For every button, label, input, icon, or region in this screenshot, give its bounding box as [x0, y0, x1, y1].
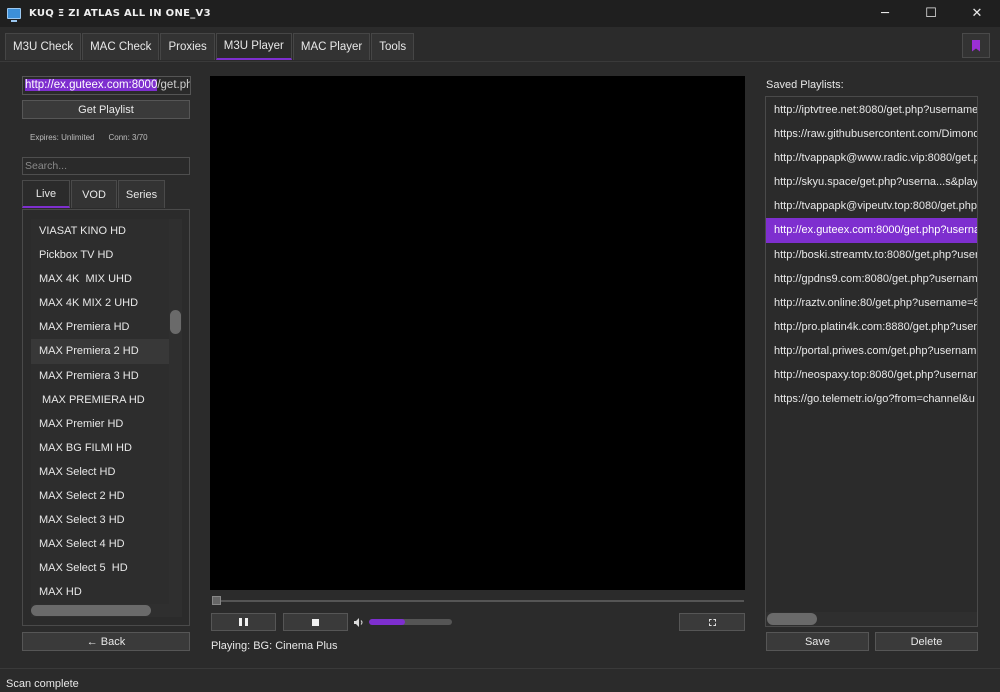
bookmark-button[interactable] [962, 33, 990, 58]
channel-item[interactable]: MAX Select 4 HD [31, 532, 169, 556]
channel-item[interactable]: MAX PREMIERA HD [31, 388, 169, 412]
monitor-icon [7, 8, 21, 22]
save-button[interactable]: Save [766, 632, 869, 651]
back-button[interactable]: ← Back [22, 632, 190, 651]
saved-playlist-item[interactable]: http://ex.guteex.com:8000/get.php?userna [766, 218, 977, 243]
channel-item[interactable]: MAX Select 3 HD [31, 508, 169, 532]
saved-playlist-item[interactable]: http://tvappapk@www.radic.vip:8080/get.p [766, 146, 977, 170]
url-rest-text: /get.php [157, 79, 190, 91]
channel-horizontal-scroll-thumb[interactable] [31, 605, 151, 616]
stop-icon [312, 618, 319, 626]
now-playing-label: Playing: BG: Cinema Plus [211, 640, 338, 652]
channel-item[interactable]: MAX Select 2 HD [31, 484, 169, 508]
saved-playlist-item[interactable]: http://pro.platin4k.com:8880/get.php?use… [766, 315, 977, 339]
volume-fill [369, 619, 405, 625]
main-tab-bar: M3U Check MAC Check Proxies M3U Player MAC P… [0, 27, 1000, 62]
seek-handle[interactable] [212, 596, 221, 605]
get-playlist-button[interactable]: Get Playlist [22, 100, 190, 119]
delete-button[interactable]: Delete [875, 632, 978, 651]
channel-item[interactable]: MAX 4K MIX 2 UHD [31, 291, 169, 315]
pause-icon [239, 618, 248, 626]
video-display[interactable] [210, 76, 745, 590]
channel-item[interactable]: MAX Premier HD [31, 412, 169, 436]
subtab-live[interactable]: Live [22, 180, 70, 208]
stop-button[interactable] [283, 613, 348, 631]
fullscreen-button[interactable] [679, 613, 745, 631]
account-info: Expires: Unlimited Conn: 3/70 [30, 133, 148, 142]
fullscreen-icon [708, 618, 716, 626]
channel-vertical-scroll-thumb[interactable] [170, 310, 181, 334]
channel-item[interactable]: VIASAT KINO HD [31, 219, 169, 243]
volume-slider[interactable] [369, 619, 452, 625]
channel-item[interactable]: Pickbox TV HD [31, 243, 169, 267]
saved-playlist-item[interactable]: http://boski.streamtv.to:8080/get.php?us… [766, 243, 977, 267]
status-bar: Scan complete [0, 668, 1000, 692]
saved-playlist-item[interactable]: http://neospaxy.top:8080/get.php?usernar [766, 363, 977, 387]
saved-horizontal-scroll-thumb[interactable] [767, 613, 817, 625]
speaker-icon [354, 618, 363, 627]
saved-horizontal-scrollbar[interactable] [766, 612, 977, 626]
channel-horizontal-scrollbar[interactable] [31, 604, 182, 617]
tab-proxies[interactable]: Proxies [160, 33, 215, 60]
saved-playlist-item[interactable]: http://portal.priwes.com/get.php?usernam [766, 339, 977, 363]
saved-playlists-list[interactable]: http://iptvtree.net:8080/get.php?usernam… [766, 98, 977, 411]
tab-tools[interactable]: Tools [371, 33, 415, 60]
playlist-url-input[interactable]: http://ex.guteex.com:8000/get.php [22, 76, 191, 95]
channel-vertical-scrollbar[interactable] [169, 219, 182, 604]
saved-playlist-item[interactable]: http://gpdns9.com:8080/get.php?usernam [766, 267, 977, 291]
saved-playlist-item[interactable]: http://iptvtree.net:8080/get.php?usernam… [766, 98, 977, 122]
connections-label: Conn: 3/70 [108, 133, 148, 142]
saved-playlist-item[interactable]: http://tvappapk@vipeutv.top:8080/get.php [766, 194, 977, 218]
tab-mac-player[interactable]: MAC Player [292, 33, 371, 60]
status-text: Scan complete [6, 678, 79, 690]
bookmark-icon [972, 39, 980, 52]
subtab-vod[interactable]: VOD [71, 180, 117, 208]
title-bar: KUQ Ξ ZI ATLAS ALL IN ONE_V3 ─ ☐ ✕ [0, 0, 1000, 27]
saved-playlists-heading: Saved Playlists: [766, 79, 844, 91]
channel-item[interactable]: MAX Premiera HD [31, 315, 169, 339]
saved-playlist-item[interactable]: http://raztv.online:80/get.php?username=… [766, 291, 977, 315]
tab-m3u-player[interactable]: M3U Player [215, 33, 292, 60]
tab-mac-check[interactable]: MAC Check [82, 33, 160, 60]
saved-playlist-item[interactable]: https://raw.githubusercontent.com/Dimond [766, 122, 977, 146]
seek-bar[interactable] [212, 600, 744, 602]
channel-search-input[interactable]: Search... [22, 157, 190, 175]
pause-button[interactable] [211, 613, 276, 631]
channel-list[interactable]: VIASAT KINO HD Pickbox TV HD MAX 4K MIX UH… [31, 219, 169, 604]
content-type-tabs: Live VOD Series [22, 180, 166, 208]
saved-playlist-item[interactable]: https://go.telemetr.io/go?from=channel&u [766, 387, 977, 411]
channel-item[interactable]: MAX BG FILMI HD [31, 436, 169, 460]
channel-item[interactable]: MAX HD [31, 580, 169, 604]
main-tabs: M3U Check MAC Check Proxies M3U Player MAC P… [5, 33, 415, 60]
saved-playlist-item[interactable]: http://skyu.space/get.php?userna...s&pla… [766, 170, 977, 194]
tab-m3u-check[interactable]: M3U Check [5, 33, 82, 60]
maximize-button[interactable]: ☐ [908, 0, 954, 27]
minimize-button[interactable]: ─ [862, 0, 908, 27]
saved-playlists-panel: http://iptvtree.net:8080/get.php?usernam… [765, 96, 978, 627]
window-title: KUQ Ξ ZI ATLAS ALL IN ONE_V3 [29, 8, 211, 19]
subtab-series[interactable]: Series [118, 180, 165, 208]
close-button[interactable]: ✕ [954, 0, 1000, 27]
window-controls: ─ ☐ ✕ [862, 0, 1000, 27]
channel-item[interactable]: MAX Select HD [31, 460, 169, 484]
channel-panel: VIASAT KINO HD Pickbox TV HD MAX 4K MIX UH… [22, 209, 190, 626]
channel-item[interactable]: MAX Premiera 2 HD [31, 339, 169, 364]
url-selected-text: http://ex.guteex.com:8000 [25, 79, 158, 91]
channel-item[interactable]: MAX 4K MIX UHD [31, 267, 169, 291]
expires-label: Expires: Unlimited [30, 133, 95, 142]
channel-item[interactable]: MAX Premiera 3 HD [31, 364, 169, 388]
channel-item[interactable]: MAX Select 5 HD [31, 556, 169, 580]
